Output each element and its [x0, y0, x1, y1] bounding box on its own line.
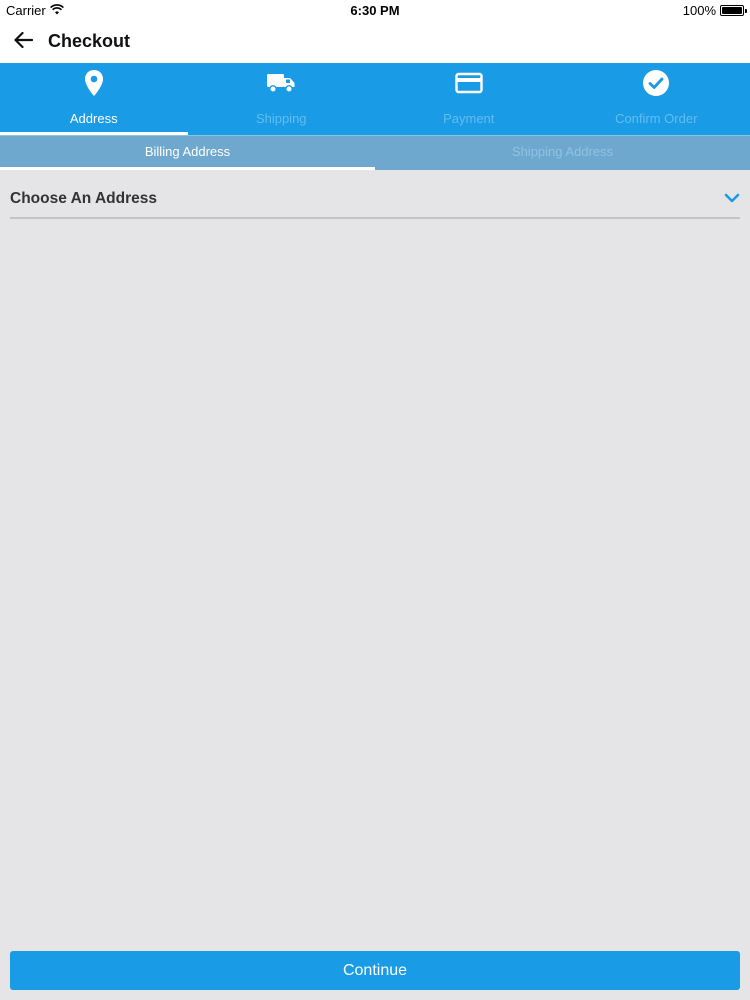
step-shipping[interactable]: Shipping [188, 63, 376, 135]
step-confirm-order[interactable]: Confirm Order [563, 63, 750, 135]
truck-icon [266, 69, 296, 97]
battery-icon [720, 5, 747, 16]
page-title: Checkout [48, 31, 131, 51]
step-label: Payment [443, 111, 495, 126]
step-label: Shipping [255, 111, 307, 126]
address-type-tabs: Billing Address Shipping Address [0, 135, 750, 170]
status-time: 6:30 PM [350, 3, 400, 18]
check-circle-icon [642, 69, 670, 97]
battery-percent: 100% [682, 3, 716, 18]
nav-bar: Checkout [0, 20, 750, 63]
tab-shipping-address[interactable]: Shipping Address [375, 136, 750, 170]
arrow-left-icon [13, 31, 34, 54]
address-dropdown[interactable]: Choose An Address [10, 182, 740, 219]
step-label: Address [69, 111, 118, 126]
continue-button[interactable]: Continue [10, 951, 740, 990]
chevron-down-icon [724, 191, 740, 209]
address-dropdown-value: Choose An Address [10, 190, 157, 207]
battery-info: 100% [682, 3, 747, 18]
step-address[interactable]: Address [0, 63, 188, 135]
map-pin-icon [83, 69, 105, 97]
checkout-steps: Address Shipping Payment Confirm Order [0, 63, 750, 135]
credit-card-icon [455, 69, 483, 97]
step-payment[interactable]: Payment [375, 63, 563, 135]
back-button[interactable] [8, 27, 38, 57]
tab-billing-address[interactable]: Billing Address [0, 136, 375, 170]
status-bar: Carrier 6:30 PM 100% [0, 0, 750, 20]
step-label: Confirm Order [615, 111, 698, 126]
